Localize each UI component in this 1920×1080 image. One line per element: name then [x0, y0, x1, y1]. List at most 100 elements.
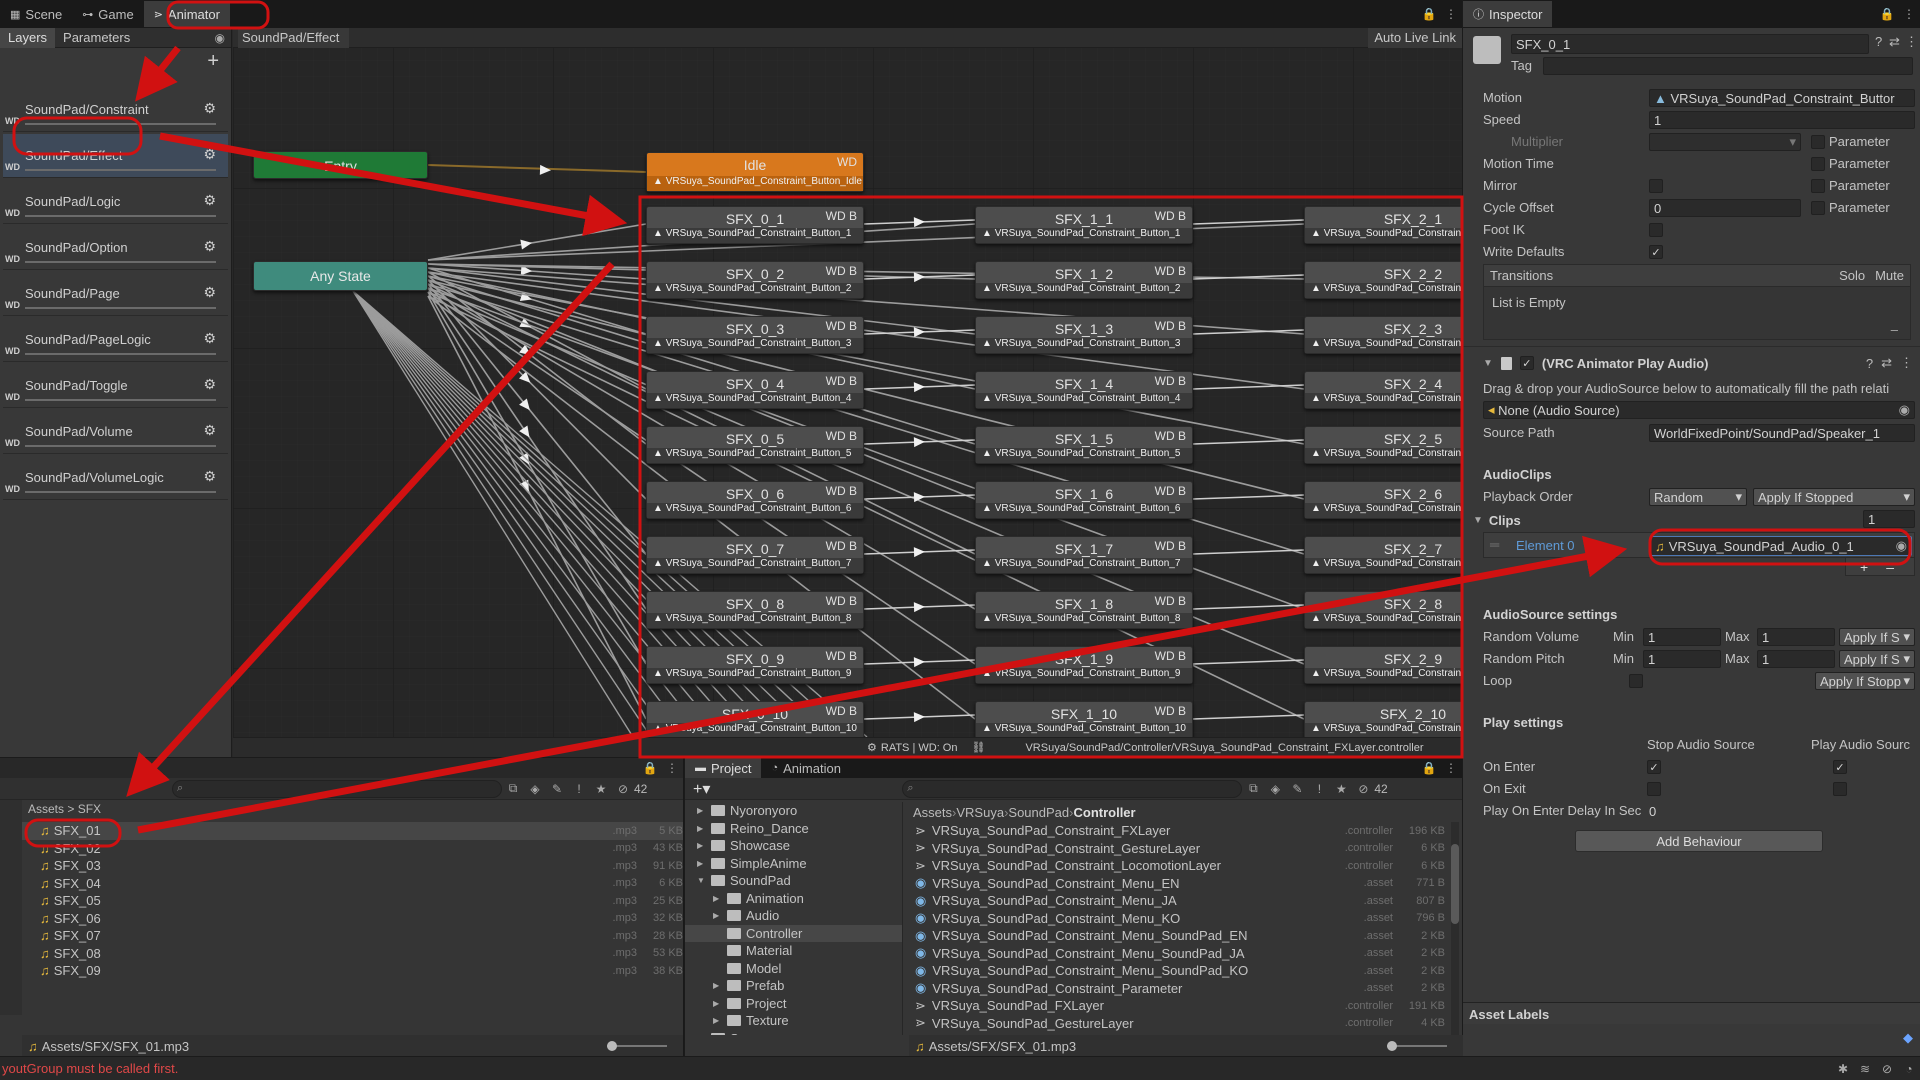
layer-weight-bar[interactable] — [25, 215, 216, 217]
drag-handle-icon[interactable]: ═ — [1490, 537, 1499, 552]
transition-line[interactable] — [427, 287, 647, 610]
star-icon[interactable]: ★ — [1330, 779, 1352, 799]
speed-field[interactable]: 1 — [1649, 111, 1915, 129]
kebab-icon[interactable]: ⋮ — [1900, 355, 1913, 371]
transition-arrow[interactable] — [913, 712, 925, 723]
write-defaults-checkbox[interactable]: ✓ — [1649, 245, 1663, 259]
warning-icon[interactable]: ! — [568, 779, 590, 799]
volume-apply-dropdown[interactable]: Apply If S ▾ — [1839, 628, 1915, 646]
state-node[interactable]: SFX_0_2 WD B ▲ VRSuya_SoundPad_Constraint_… — [646, 261, 864, 299]
state-node[interactable]: SFX_2_6WD B▲ VRSuya_SoundPad_Constrain — [1304, 481, 1462, 519]
tab-scene[interactable]: ▦ Scene — [0, 1, 72, 27]
gear-icon[interactable]: ⚙ — [203, 468, 216, 485]
layer-weight-bar[interactable] — [25, 123, 216, 125]
foldout-arrow-icon[interactable]: ▶ — [697, 1034, 711, 1035]
state-node[interactable]: SFX_2_5WD B▲ VRSuya_SoundPad_Constrain — [1304, 426, 1462, 464]
multiplier-parameter-checkbox[interactable] — [1811, 135, 1825, 149]
transition-line[interactable] — [1192, 549, 1305, 555]
tag-icon[interactable]: ✎ — [546, 779, 568, 799]
gear-icon[interactable]: ⚙ — [203, 330, 216, 347]
foldout-arrow-icon[interactable]: ▶ — [697, 859, 711, 868]
playback-order-dropdown[interactable]: Random ▾ — [1649, 488, 1747, 506]
layer-item[interactable]: SoundPad/PageLogic WD ⚙ — [3, 318, 228, 362]
foldout-arrow-icon[interactable]: ▶ — [713, 999, 727, 1008]
tree-item[interactable]: ▶ Suyasuya — [685, 1030, 902, 1035]
asset-row[interactable]: ◉ VRSuya_SoundPad_Constraint_Parameter .as… — [909, 980, 1445, 998]
state-node[interactable]: SFX_2_9WD B▲ VRSuya_SoundPad_Constrain — [1304, 646, 1462, 684]
foldout-arrow-icon[interactable]: ▼ — [697, 876, 711, 885]
filter-label-icon[interactable]: ◈ — [524, 779, 546, 799]
foldout-arrow-icon[interactable]: ▶ — [713, 981, 727, 990]
layers-icon[interactable]: ≋ — [1854, 1059, 1876, 1079]
apply-if-stopped-dropdown[interactable]: Apply If Stopped ▾ — [1753, 488, 1915, 506]
foldout-arrow-icon[interactable]: ▶ — [697, 806, 711, 815]
debug-icon[interactable]: ✱ — [1832, 1059, 1854, 1079]
object-name-field[interactable]: SFX_0_1 — [1511, 34, 1869, 54]
tab-animation[interactable]: ◔ Animation — [761, 758, 850, 778]
tree-item[interactable]: ▶ Showcase — [685, 837, 902, 855]
foldout-arrow-icon[interactable]: ▶ — [713, 894, 727, 903]
mirror-checkbox[interactable] — [1649, 179, 1663, 193]
asset-row[interactable]: ⋗ VRSuya_SoundPad_GestureLayer .controller… — [909, 1015, 1445, 1033]
state-node[interactable]: SFX_0_7 WD B ▲ VRSuya_SoundPad_Constraint_… — [646, 536, 864, 574]
layer-weight-bar[interactable] — [25, 169, 216, 171]
clips-foldout-icon[interactable]: ▼ — [1473, 515, 1483, 526]
lock-icon[interactable]: 🔒 — [1876, 4, 1898, 24]
asset-row[interactable]: ◉ VRSuya_SoundPad_Constraint_Menu_JA .asse… — [909, 892, 1445, 910]
state-node[interactable]: SFX_0_10 WD B ▲ VRSuya_SoundPad_Constraint… — [646, 701, 864, 737]
pitch-min-field[interactable]: 1 — [1643, 650, 1721, 668]
volume-max-field[interactable]: 1 — [1757, 628, 1835, 646]
tree-item[interactable]: ▶ Prefab — [685, 977, 902, 995]
transition-arrow[interactable] — [913, 602, 925, 613]
warning-icon[interactable]: ! — [1308, 779, 1330, 799]
transition-line[interactable] — [1192, 439, 1305, 445]
layer-item[interactable]: SoundPad/Volume WD ⚙ — [3, 410, 228, 454]
lock-icon[interactable]: 🔒 — [1418, 4, 1440, 24]
progress-icon[interactable]: ◔ — [1898, 1059, 1920, 1079]
add-behaviour-button[interactable]: Add Behaviour — [1575, 830, 1823, 852]
foot-ik-checkbox[interactable] — [1649, 223, 1663, 237]
state-node[interactable]: SFX_1_2 WD B ▲ VRSuya_SoundPad_Constraint_… — [975, 261, 1193, 299]
state-node[interactable]: SFX_0_9 WD B ▲ VRSuya_SoundPad_Constraint_… — [646, 646, 864, 684]
lock-icon[interactable]: 🔒 — [1418, 758, 1440, 778]
tab-animator[interactable]: ⋗ Animator — [143, 1, 230, 27]
asset-row[interactable]: ◉ VRSuya_SoundPad_Constraint_Menu_KO .asse… — [909, 910, 1445, 928]
gear-icon[interactable]: ⚙ — [203, 238, 216, 255]
audio-source-field[interactable]: ◂ None (Audio Source) ◉ — [1483, 401, 1915, 419]
tab-layers[interactable]: Layers — [0, 27, 56, 48]
layer-item[interactable]: SoundPad/Constraint WD ⚙ — [3, 88, 228, 132]
foldout-arrow-icon[interactable]: ▶ — [697, 841, 711, 850]
transition-arrow[interactable] — [519, 425, 533, 441]
layer-item[interactable]: SoundPad/VolumeLogic WD ⚙ — [3, 456, 228, 500]
gear-icon[interactable]: ⚙ — [203, 422, 216, 439]
asset-scrollbar[interactable] — [1451, 822, 1459, 1035]
layer-weight-bar[interactable] — [25, 399, 216, 401]
state-node[interactable]: SFX_1_9 WD B ▲ VRSuya_SoundPad_Constraint_… — [975, 646, 1193, 684]
layer-item[interactable]: SoundPad/Page WD ⚙ — [3, 272, 228, 316]
graph-canvas[interactable]: SoundPad/Effect Auto Live Link Entry Any … — [233, 28, 1462, 737]
layer-weight-bar[interactable] — [25, 491, 216, 493]
state-node[interactable]: SFX_2_10WD B▲ VRSuya_SoundPad_Constrain — [1304, 701, 1462, 737]
preset-icon[interactable]: ⇄ — [1881, 355, 1892, 371]
transition-line[interactable] — [1192, 494, 1305, 500]
object-picker-icon[interactable]: ◉ — [1899, 402, 1910, 418]
state-node[interactable]: SFX_0_5 WD B ▲ VRSuya_SoundPad_Constraint_… — [646, 426, 864, 464]
asset-row[interactable]: ◉ VRSuya_SoundPad_Constraint_Menu_SoundPa… — [909, 962, 1445, 980]
tree-item[interactable]: Material — [685, 942, 902, 960]
transition-line[interactable] — [1192, 659, 1305, 665]
state-node[interactable]: SFX_2_4WD B▲ VRSuya_SoundPad_Constrain — [1304, 371, 1462, 409]
create-button[interactable]: +▾ — [693, 779, 710, 799]
transition-arrow[interactable] — [539, 164, 551, 175]
asset-row[interactable]: ⋗ VRSuya_SoundPad_Constraint_FXLayer .cont… — [909, 822, 1445, 840]
gear-icon[interactable]: ⚙ — [203, 100, 216, 117]
asset-row[interactable]: ⋗ VRSuya_SoundPad_FXLayer .controller 191 K… — [909, 997, 1445, 1015]
state-node[interactable]: SFX_1_8 WD B ▲ VRSuya_SoundPad_Constraint_… — [975, 591, 1193, 629]
state-node[interactable]: SFX_0_8 WD B ▲ VRSuya_SoundPad_Constraint_… — [646, 591, 864, 629]
more-menu-icon[interactable]: ⋮ — [1898, 4, 1920, 24]
foldout-arrow-icon[interactable]: ▶ — [713, 911, 727, 920]
breadcrumb-item[interactable]: VRSuya — [956, 805, 1004, 820]
add-layer-button[interactable]: + — [207, 50, 219, 73]
entry-node[interactable]: Entry — [253, 151, 428, 179]
transition-line[interactable] — [1192, 604, 1305, 610]
tree-item[interactable]: ▶ Texture — [685, 1012, 902, 1030]
